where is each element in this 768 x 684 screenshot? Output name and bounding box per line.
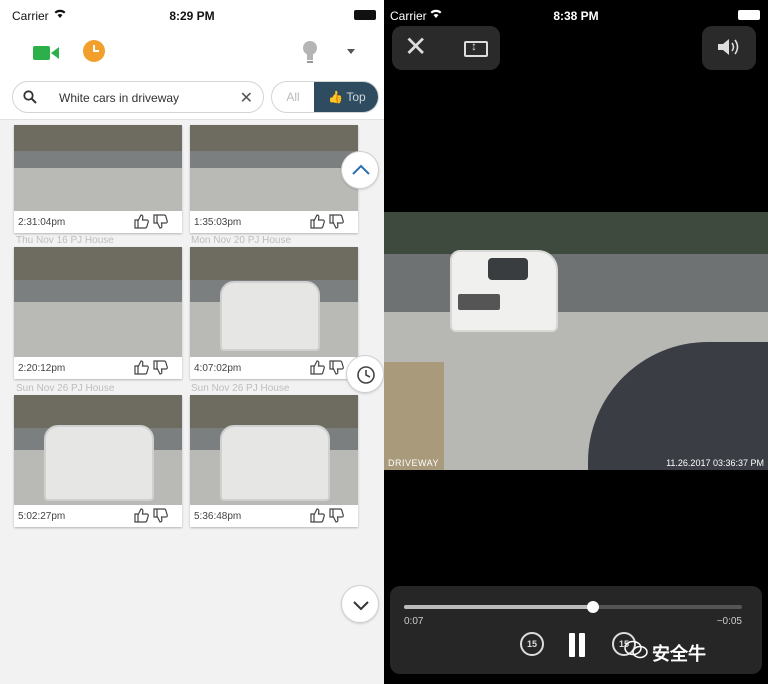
thumbs-up-icon[interactable] [309,359,325,375]
status-bar: Carrier 8:38 PM [384,0,768,28]
filter-all[interactable]: All [272,82,314,112]
scrubber-handle[interactable] [587,601,600,613]
filter-top[interactable]: 👍 Top [314,82,378,112]
result-card[interactable]: 5:02:27pm [14,395,182,527]
scrubber-fill [404,605,594,609]
top-controls: ✕ [392,26,500,70]
video-frame[interactable]: DRIVEWAY 11.26.2017 03:36:37 PM [384,212,768,470]
thumbs-up-icon: 👍 [328,90,344,104]
thumbs-up-icon[interactable] [309,213,325,229]
result-time: 5:02:27pm [18,511,66,522]
fit-screen-icon[interactable] [464,39,488,57]
result-time: 5:36:48pm [194,511,242,522]
elapsed-time: 0:07 [404,616,424,627]
clear-icon[interactable]: ✕ [240,88,253,108]
skip-back-15-icon[interactable]: 15 [520,632,544,656]
search-query: White cars in driveway [59,91,180,105]
filter-segment: All 👍 Top [271,81,379,113]
chevron-down-icon[interactable] [347,49,355,54]
thumbnail [14,247,182,357]
history-icon [357,366,375,384]
thumbs-down-icon[interactable] [328,214,344,230]
right-screen: Carrier 8:38 PM ✕ DRIVEWAY 11.26.2017 03… [384,0,768,684]
volume-icon [718,39,739,55]
thumbnail [190,395,358,505]
thumbs-up-icon[interactable] [133,359,149,375]
result-caption: Sun Nov 26 PJ House [191,383,290,394]
result-time: 1:35:03pm [194,217,242,228]
status-time: 8:38 PM [553,9,599,23]
close-icon[interactable]: ✕ [404,32,427,62]
player-controls: 0:07 −0:05 15 15 [390,586,762,674]
truck [450,250,558,332]
result-card[interactable]: 4:07:02pm [190,247,358,379]
thumbs-up-icon[interactable] [133,213,149,229]
status-time: 8:29 PM [169,9,215,23]
volume-button[interactable] [702,26,756,70]
result-time: 2:31:04pm [18,217,66,228]
thumbs-down-icon[interactable] [152,508,168,524]
thumbs-down-icon[interactable] [328,508,344,524]
scroll-down-button[interactable] [341,585,379,623]
video-timestamp: 11.26.2017 03:36:37 PM [666,458,764,468]
chevron-up-icon [352,164,370,175]
wechat-icon [624,640,648,659]
result-card[interactable]: 2:20:12pm [14,247,182,379]
scrubber[interactable] [404,601,742,613]
result-card[interactable]: 2:31:04pm [14,125,182,233]
search-icon [23,90,37,104]
result-caption: Thu Nov 16 PJ House [16,235,114,246]
thumbs-down-icon[interactable] [328,360,344,376]
battery-icon [354,10,376,20]
result-card[interactable]: 5:36:48pm [190,395,358,527]
result-caption: Sun Nov 26 PJ House [16,383,115,394]
thumbs-down-icon[interactable] [152,214,168,230]
result-caption: Mon Nov 20 PJ House [191,235,292,246]
scroll-up-button[interactable] [341,151,379,189]
thumbnail [190,247,358,357]
lightbulb-icon[interactable] [302,40,318,64]
pause-icon[interactable] [566,633,588,657]
history-button[interactable] [346,355,384,393]
watermark: 安全牛 [652,644,706,664]
remaining-time: −0:05 [716,616,742,627]
video-camera-icon[interactable] [33,44,59,62]
battery-icon [738,10,760,20]
result-time: 2:20:12pm [18,363,66,374]
left-screen: Carrier 8:29 PM White cars in driveway ✕… [0,0,384,684]
result-card[interactable]: 1:35:03pm [190,125,358,233]
filter-top-label: Top [346,90,366,104]
clock-icon[interactable] [83,40,105,62]
thumbs-up-icon[interactable] [309,507,325,523]
toolbar [0,28,384,78]
thumbs-up-icon[interactable] [133,507,149,523]
status-bar: Carrier 8:29 PM [0,0,384,28]
result-time: 4:07:02pm [194,363,242,374]
thumbnail [14,395,182,505]
thumbnail [190,125,358,211]
thumbs-down-icon[interactable] [152,360,168,376]
search-input[interactable]: White cars in driveway ✕ [12,81,264,113]
thumbnail [14,125,182,211]
camera-label: DRIVEWAY [388,458,440,468]
search-row: White cars in driveway ✕ All 👍 Top [0,78,384,120]
chevron-down-icon [353,601,369,611]
